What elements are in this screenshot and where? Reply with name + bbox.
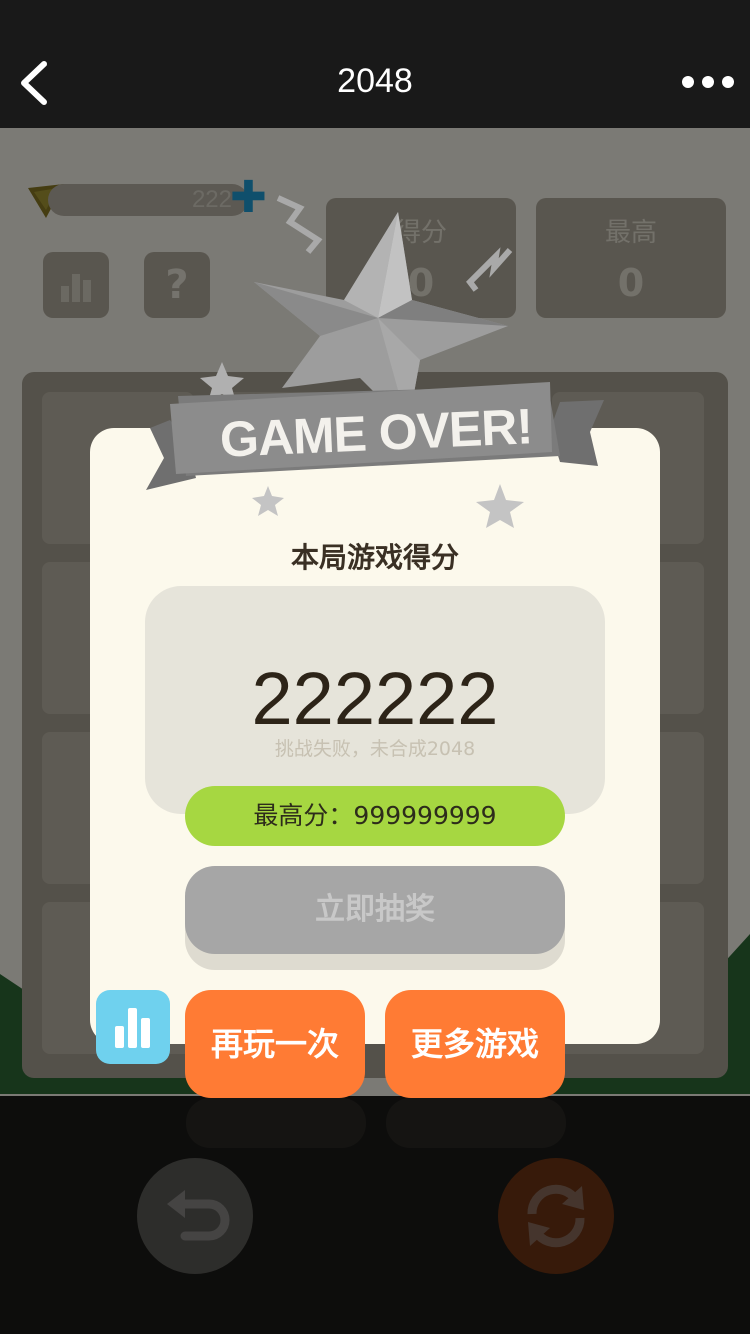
fail-message: 挑战失败，未合成2048 [274, 738, 476, 760]
nav-bar: 2048 [0, 0, 750, 128]
ranking-button[interactable] [96, 990, 170, 1064]
result-title: 本局游戏得分 [290, 541, 459, 574]
bar-chart-icon [115, 1008, 150, 1048]
play-again-button[interactable]: 再玩一次 [185, 990, 365, 1098]
more-games-button[interactable]: 更多游戏 [385, 990, 565, 1098]
lottery-button[interactable]: 立即抽奖 [185, 866, 565, 954]
more-dots-icon[interactable] [682, 70, 734, 94]
score-panel: 222222 挑战失败，未合成2048 [145, 586, 605, 814]
page-title: 2048 [337, 62, 413, 100]
best-score-pill: 最高分：999999999 [185, 786, 565, 846]
game-over-banner [146, 195, 604, 528]
final-score: 222222 [251, 657, 499, 740]
